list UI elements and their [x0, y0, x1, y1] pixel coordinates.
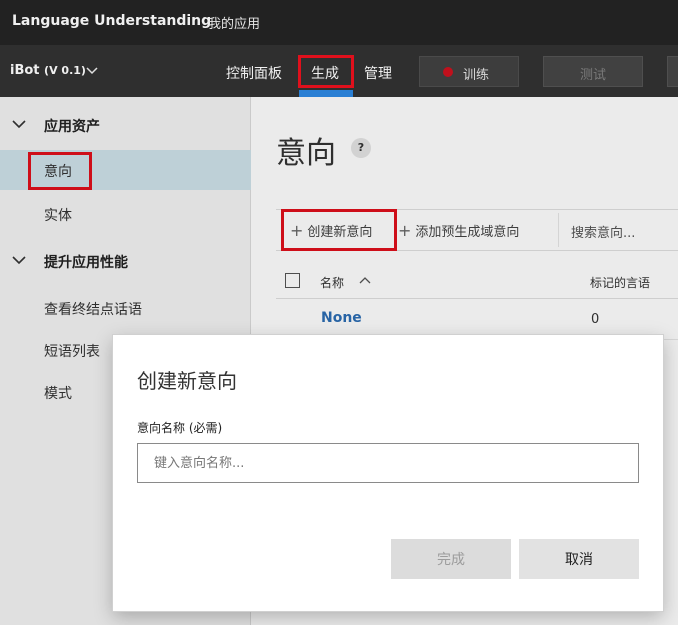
test-button[interactable]: 测试	[543, 56, 643, 87]
test-button-label: 测试	[580, 68, 607, 83]
train-status-dot	[443, 67, 453, 77]
my-apps-link[interactable]: 我的应用	[208, 13, 260, 32]
top-bar: Language Understanding 我的应用	[0, 0, 678, 45]
tab-manage[interactable]: 管理	[364, 63, 392, 83]
create-intent-dialog: 创建新意向 意向名称 (必需) 完成 取消	[113, 335, 663, 611]
highlight-box	[298, 55, 354, 88]
brand-title[interactable]: Language Understanding	[12, 13, 211, 29]
publish-button[interactable]	[667, 56, 678, 87]
dialog-title: 创建新意向	[137, 369, 237, 393]
cancel-button[interactable]: 取消	[519, 539, 639, 579]
done-button[interactable]: 完成	[391, 539, 511, 579]
train-button-label: 训练	[463, 68, 490, 83]
active-tab-indicator	[299, 90, 353, 97]
intent-name-label: 意向名称 (必需)	[137, 421, 223, 435]
intent-name-field[interactable]	[137, 443, 639, 483]
app-name: iBot	[10, 63, 40, 78]
app-version: (V 0.1)	[44, 64, 86, 77]
tab-dashboard[interactable]: 控制面板	[226, 63, 282, 83]
train-button[interactable]: 训练	[419, 56, 519, 87]
app-bar: iBot (V 0.1) 控制面板 生成 管理 训练 测试	[0, 45, 678, 97]
app-selector[interactable]: iBot (V 0.1)	[10, 63, 86, 78]
chevron-down-icon[interactable]	[86, 64, 98, 76]
